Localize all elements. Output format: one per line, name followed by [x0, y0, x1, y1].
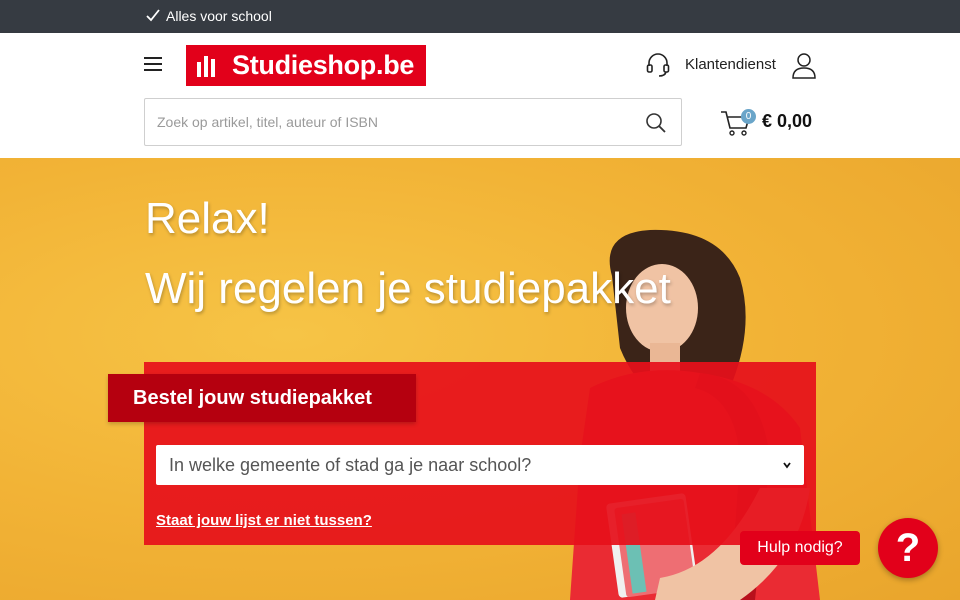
menu-icon[interactable] — [144, 57, 162, 73]
search-icon[interactable] — [645, 112, 667, 134]
select-placeholder: In welke gemeente of stad ga je naar sch… — [169, 455, 532, 475]
school-location-select[interactable]: In welke gemeente of stad ga je naar sch… — [156, 445, 804, 485]
customer-service-link[interactable]: Klantendienst — [685, 56, 776, 73]
hero-subtitle: Wij regelen je studiepakket — [145, 264, 671, 313]
headset-icon[interactable] — [645, 52, 671, 78]
search-bar — [144, 98, 682, 146]
site-logo[interactable]: Studieshop.be — [186, 45, 426, 86]
hero-title: Relax! — [145, 194, 270, 243]
site-header: Studieshop.be Klantendienst 0 € 0,00 — [0, 33, 960, 158]
check-icon — [146, 9, 160, 22]
logo-mark-icon — [197, 55, 215, 77]
cart-total[interactable]: € 0,00 — [762, 111, 812, 132]
list-not-found-link[interactable]: Staat jouw lijst er niet tussen? — [156, 512, 372, 529]
announcement-text: Alles voor school — [166, 8, 272, 24]
user-account-icon[interactable] — [790, 51, 818, 79]
chevron-down-icon — [783, 462, 791, 469]
logo-text: Studieshop.be — [232, 50, 415, 80]
help-button[interactable]: ? — [878, 518, 938, 578]
top-announcement-bar: Alles voor school — [0, 0, 960, 33]
order-tab-heading: Bestel jouw studiepakket — [108, 374, 416, 422]
help-bubble[interactable]: Hulp nodig? — [740, 531, 860, 565]
cart-count-badge: 0 — [741, 109, 756, 124]
search-input[interactable] — [157, 99, 627, 145]
hero-section: Relax! Wij regelen je studiepakket Beste… — [0, 158, 960, 600]
